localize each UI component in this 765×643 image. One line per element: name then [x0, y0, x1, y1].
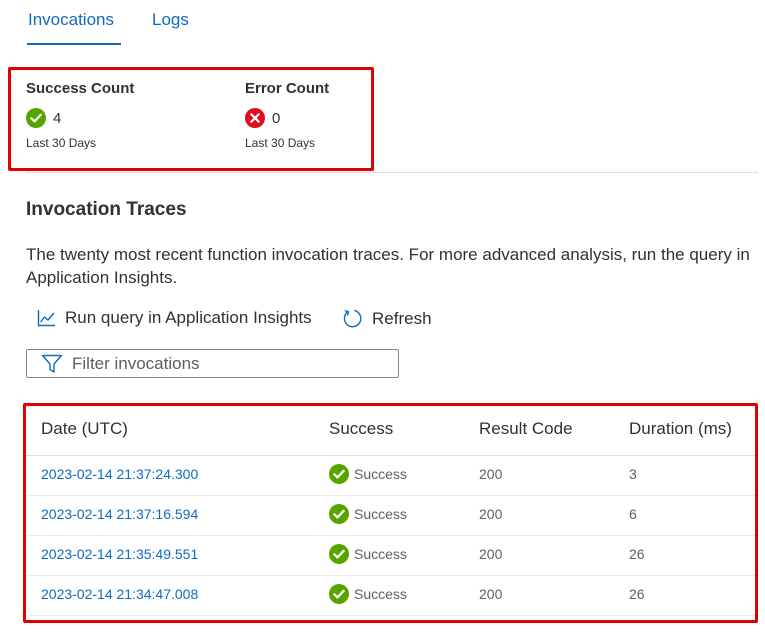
error-count-period: Last 30 Days [245, 136, 316, 150]
table-row[interactable]: 2023-02-14 21:37:16.594 Success 200 6 [26, 496, 755, 536]
duration: 6 [629, 506, 637, 522]
success-count-metric: Success Count 4 Last 30 Days [26, 80, 135, 150]
column-header-success[interactable]: Success [329, 419, 393, 439]
active-tab-indicator [27, 43, 121, 45]
refresh-icon [342, 308, 363, 329]
check-circle-icon [26, 108, 46, 128]
error-circle-icon [245, 108, 265, 128]
success-status: Success [354, 586, 407, 602]
success-status: Success [354, 506, 407, 522]
date-link[interactable]: 2023-02-14 21:35:49.551 [41, 546, 198, 562]
duration: 26 [629, 546, 645, 562]
column-header-duration[interactable]: Duration (ms) [629, 419, 732, 439]
success-cell: Success [329, 544, 407, 564]
success-cell: Success [329, 464, 407, 484]
line-chart-icon [37, 309, 56, 327]
filter-invocations-input[interactable] [72, 353, 372, 374]
run-query-label: Run query in Application Insights [65, 308, 312, 327]
check-circle-icon [329, 544, 349, 564]
success-count-value: 4 [53, 109, 62, 127]
filter-icon [41, 354, 63, 374]
tab-bar: Invocations Logs [0, 0, 765, 48]
date-link[interactable]: 2023-02-14 21:34:47.008 [41, 586, 198, 602]
duration: 26 [629, 586, 645, 602]
refresh-label: Refresh [372, 308, 432, 328]
error-count-title: Error Count [245, 80, 330, 97]
invocation-traces-title: Invocation Traces [26, 199, 187, 220]
column-header-date[interactable]: Date (UTC) [41, 419, 128, 439]
tab-invocations[interactable]: Invocations [28, 10, 114, 30]
error-count-row: 0 [245, 108, 280, 128]
error-count-metric: Error Count 0 Last 30 Days [245, 80, 330, 150]
table-row[interactable]: 2023-02-14 21:34:47.008 Success 200 26 [26, 576, 755, 616]
invocation-traces-description: The twenty most recent function invocati… [26, 245, 750, 287]
tab-logs[interactable]: Logs [152, 10, 189, 30]
success-status: Success [354, 546, 407, 562]
section-divider [26, 172, 758, 173]
success-count-title: Success Count [26, 80, 135, 97]
success-status: Success [354, 466, 407, 482]
success-cell: Success [329, 584, 407, 604]
result-code: 200 [479, 546, 503, 562]
result-code: 200 [479, 466, 503, 482]
date-link[interactable]: 2023-02-14 21:37:24.300 [41, 466, 198, 482]
counts-panel: Success Count 4 Last 30 Days Error Count… [8, 67, 374, 171]
filter-box [26, 349, 399, 378]
success-count-period: Last 30 Days [26, 136, 97, 150]
date-link[interactable]: 2023-02-14 21:37:16.594 [41, 506, 198, 522]
result-code: 200 [479, 506, 503, 522]
check-circle-icon [329, 504, 349, 524]
column-header-result-code[interactable]: Result Code [479, 419, 573, 439]
check-circle-icon [329, 584, 349, 604]
duration: 3 [629, 466, 637, 482]
error-count-value: 0 [272, 109, 281, 127]
table-row[interactable]: 2023-02-14 21:37:24.300 Success 200 3 [26, 456, 755, 496]
run-query-button[interactable]: Run query in Application Insights [37, 308, 312, 328]
table-header: Date (UTC) Success Result Code Duration … [26, 406, 755, 456]
success-cell: Success [329, 504, 407, 524]
result-code: 200 [479, 586, 503, 602]
refresh-button[interactable]: Refresh [342, 308, 432, 329]
check-circle-icon [329, 464, 349, 484]
invocations-table: Date (UTC) Success Result Code Duration … [23, 403, 758, 623]
success-count-row: 4 [26, 108, 61, 128]
table-row[interactable]: 2023-02-14 21:35:49.551 Success 200 26 [26, 536, 755, 576]
